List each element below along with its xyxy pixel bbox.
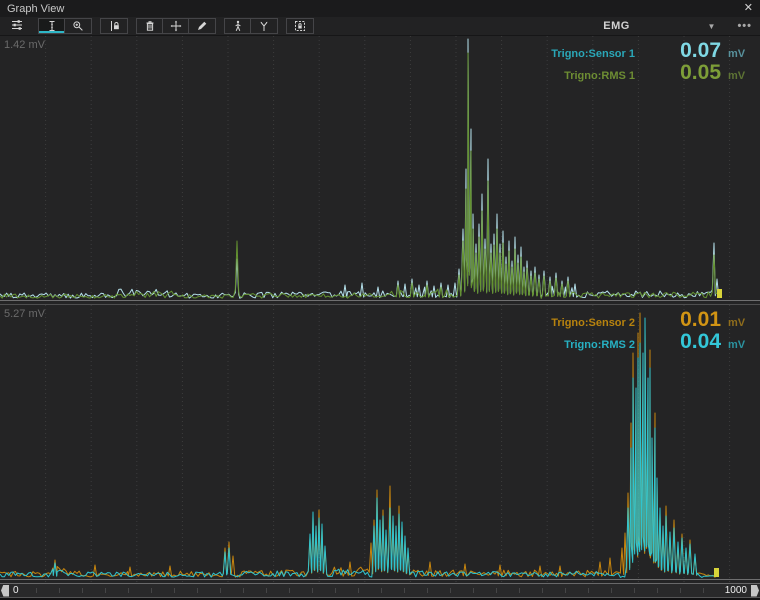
- series-name: Trigno:RMS 1: [485, 70, 635, 82]
- series-unit: mV: [728, 70, 750, 82]
- trash-icon: [144, 20, 156, 32]
- plot-panel-top: 1.42 mV Trigno:Sensor 1 0.07 mV Trigno:R…: [0, 36, 760, 305]
- more-options-icon[interactable]: •••: [737, 20, 752, 32]
- toolbar-group-branch: [224, 18, 278, 34]
- toolbar-group-select-zoom: [38, 18, 92, 34]
- plot2-legend: Trigno:Sensor 2 0.01 mV Trigno:RMS 2 0.0…: [485, 309, 750, 353]
- scrollbar-right-handle-icon[interactable]: [751, 585, 759, 597]
- branch-down-button[interactable]: [251, 19, 277, 33]
- scrollbar-start-label: 0: [9, 585, 23, 596]
- plot1-legend: Trigno:Sensor 1 0.07 mV Trigno:RMS 1 0.0…: [485, 40, 750, 84]
- line-lock-icon: [108, 20, 120, 32]
- legend-row: Trigno:Sensor 2 0.01 mV: [485, 309, 750, 331]
- series-unit: mV: [728, 317, 750, 329]
- series-name: Trigno:Sensor 2: [485, 317, 635, 329]
- series-value: 0.07: [649, 40, 721, 62]
- graph-view-window: Graph View ✕: [0, 0, 760, 600]
- series-name: Trigno:Sensor 1: [485, 48, 635, 60]
- series-value: 0.05: [649, 62, 721, 84]
- select-tool-button[interactable]: [39, 19, 65, 33]
- pencil-icon: [196, 20, 208, 32]
- legend-row: Trigno:Sensor 1 0.07 mV: [485, 40, 750, 62]
- series-value: 0.01: [649, 309, 721, 331]
- zoom-tool-button[interactable]: [65, 19, 91, 33]
- series-unit: mV: [728, 339, 750, 351]
- series-name: Trigno:RMS 2: [485, 339, 635, 351]
- scrollbar-left-handle-icon[interactable]: [1, 585, 9, 597]
- branch-down-icon: [258, 20, 270, 32]
- plot-panel-bottom: 5.27 mV Trigno:Sensor 2 0.01 mV Trigno:R…: [0, 305, 760, 583]
- scrollbar-end-label: 1000: [721, 585, 751, 596]
- frame-lock-button[interactable]: [287, 19, 313, 33]
- toolbar-group-settings: [4, 18, 30, 34]
- delete-button[interactable]: [137, 19, 163, 33]
- magnifier-icon: [72, 20, 84, 32]
- close-icon[interactable]: ✕: [744, 3, 753, 14]
- toolbar: EMG ▼ •••: [0, 17, 760, 36]
- channel-selector[interactable]: EMG ▼ •••: [542, 20, 752, 32]
- plot1-yscale-label: 1.42 mV: [4, 39, 45, 51]
- branch-up-button[interactable]: [225, 19, 251, 33]
- display-settings-button[interactable]: [4, 18, 30, 32]
- toolbar-group-edit: [136, 18, 216, 34]
- title-bar: Graph View ✕: [0, 0, 760, 17]
- window-title: Graph View: [7, 3, 64, 15]
- branch-up-icon: [232, 20, 244, 32]
- pan-button[interactable]: [163, 19, 189, 33]
- toolbar-group-lock: [100, 18, 128, 34]
- channel-label: EMG: [542, 20, 692, 32]
- scrollbar-ticks: [14, 588, 714, 593]
- cursor-lock-button[interactable]: [101, 19, 127, 33]
- sliders-icon: [11, 19, 23, 31]
- legend-row: Trigno:RMS 2 0.04 mV: [485, 331, 750, 353]
- frame-lock-icon: [294, 20, 306, 32]
- series-unit: mV: [728, 48, 750, 60]
- series-value: 0.04: [649, 331, 721, 353]
- annotate-button[interactable]: [189, 19, 215, 33]
- time-range-scrollbar[interactable]: 0 1000: [0, 583, 760, 598]
- ibeam-icon: [46, 20, 58, 32]
- move-icon: [170, 20, 182, 32]
- chevron-down-icon[interactable]: ▼: [708, 22, 716, 31]
- toolbar-group-frame: [286, 18, 314, 34]
- plot2-yscale-label: 5.27 mV: [4, 308, 45, 320]
- legend-row: Trigno:RMS 1 0.05 mV: [485, 62, 750, 84]
